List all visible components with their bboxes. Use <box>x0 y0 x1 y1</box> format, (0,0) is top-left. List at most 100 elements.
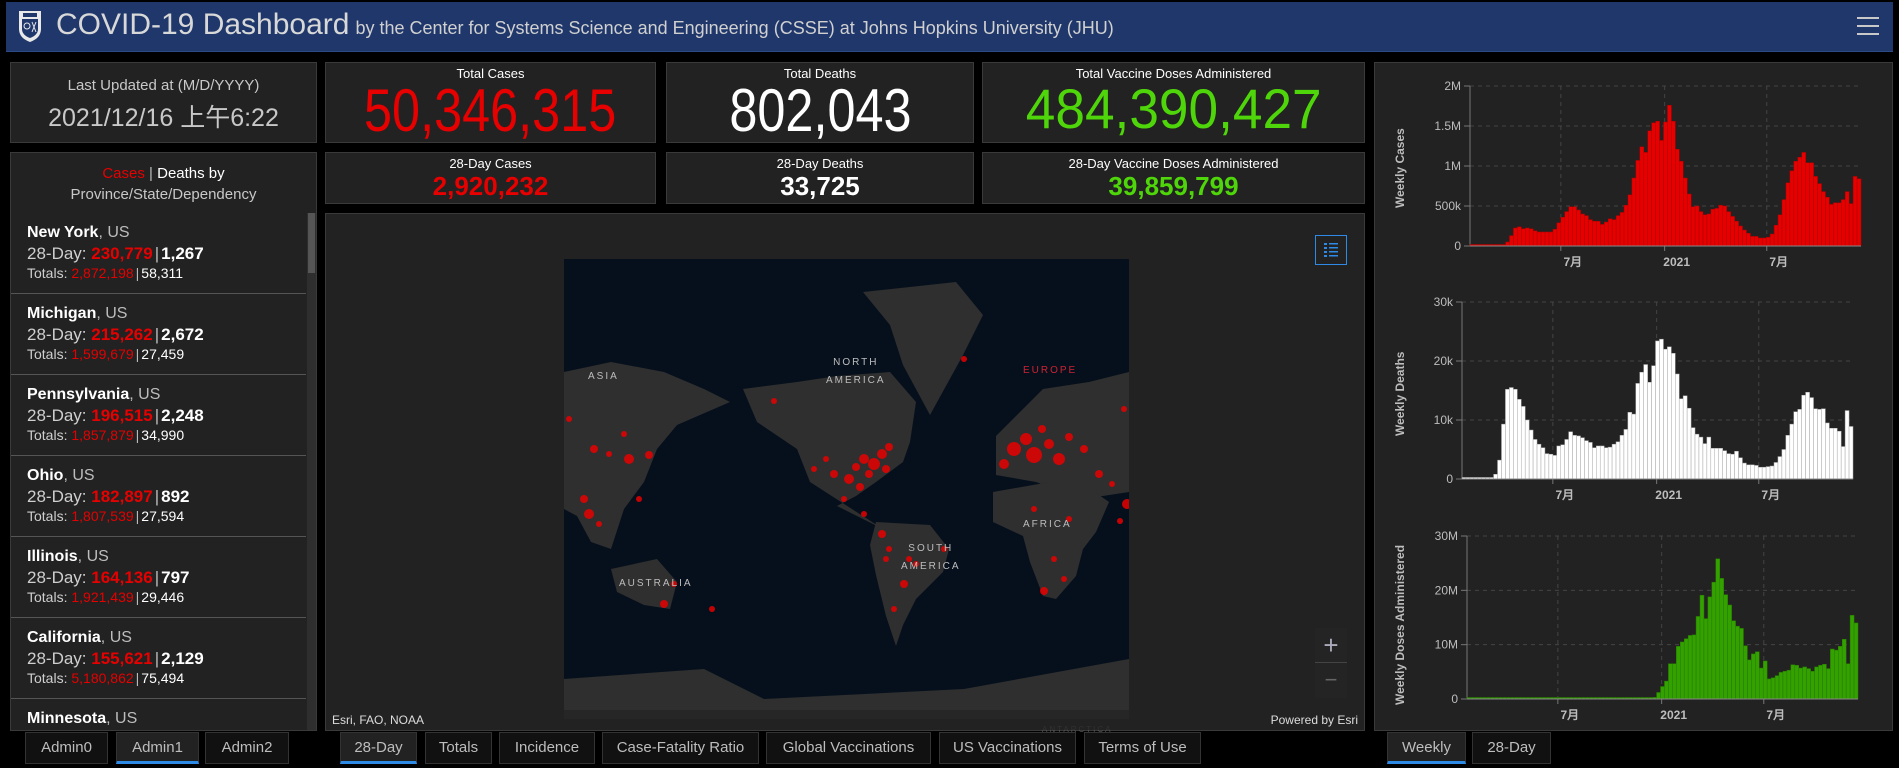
list-scrollbar-thumb[interactable] <box>308 213 315 273</box>
total-deaths-panel: Total Deaths 802,043 <box>666 62 974 143</box>
totals-row: Totals: 1,599,679 | 27,459 <box>27 346 306 362</box>
bar <box>1853 622 1859 700</box>
admin-tab-admin0[interactable]: Admin0 <box>25 732 108 764</box>
map-tab-case-fatality-ratio[interactable]: Case-Fatality Ratio <box>602 732 759 764</box>
country-text: , US <box>106 710 138 727</box>
case-dot[interactable] <box>645 451 653 459</box>
case-dot[interactable] <box>1026 447 1042 463</box>
case-dot[interactable] <box>636 496 642 502</box>
case-dot[interactable] <box>1095 470 1103 478</box>
app-header: COVID-19 Dashboard by the Center for Syst… <box>6 2 1893 52</box>
case-dot[interactable] <box>861 511 867 517</box>
list-scrollbar[interactable] <box>307 213 316 730</box>
case-dot[interactable] <box>1020 433 1032 445</box>
case-dot[interactable] <box>878 530 886 538</box>
map-panel[interactable]: ASIA NORTH AMERICA EUROPE AFRICA SOUTH AME… <box>325 213 1365 734</box>
list-item[interactable]: Ohio, US 28-Day: 182,897 | 892 Totals: 1,807… <box>11 456 306 537</box>
powered-by-esri[interactable]: Powered by Esri <box>1271 713 1358 727</box>
list-item[interactable]: California, US 28-Day: 155,621 | 2,129 Total… <box>11 618 306 699</box>
case-dot[interactable] <box>621 431 627 437</box>
case-dot[interactable] <box>868 458 880 470</box>
case-dot[interactable] <box>1065 433 1073 441</box>
day28-cases: 196,515 <box>91 406 153 425</box>
case-dot[interactable] <box>886 546 892 552</box>
case-dot[interactable] <box>1117 518 1123 524</box>
case-dot[interactable] <box>1051 556 1057 562</box>
case-dot[interactable] <box>877 449 887 459</box>
case-dot[interactable] <box>1007 442 1021 456</box>
legend-list-icon[interactable] <box>1315 235 1347 265</box>
province-name: Ohio, US <box>27 467 306 485</box>
case-dot[interactable] <box>1080 445 1088 453</box>
separator: | <box>135 508 140 524</box>
case-dot[interactable] <box>1053 453 1065 465</box>
list-title-sep: | <box>149 165 153 182</box>
map-tab-us-vaccinations[interactable]: US Vaccinations <box>939 732 1076 764</box>
map-tab-terms-of-use[interactable]: Terms of Use <box>1084 732 1201 764</box>
case-dot[interactable] <box>596 521 602 527</box>
case-dot[interactable] <box>590 445 598 453</box>
day28-cases: 155,621 <box>91 649 153 668</box>
case-dot[interactable] <box>771 398 777 404</box>
case-dot[interactable] <box>961 356 967 362</box>
hamburger-menu-icon[interactable] <box>1857 17 1879 35</box>
zoom-in-button[interactable]: + <box>1315 628 1347 663</box>
world-map[interactable] <box>564 259 1129 719</box>
case-dot[interactable] <box>882 465 890 473</box>
province-name: Illinois, US <box>27 548 306 566</box>
case-dot[interactable] <box>865 470 873 478</box>
case-dot[interactable] <box>660 600 668 608</box>
case-dot[interactable] <box>1044 439 1054 449</box>
separator: | <box>154 568 160 587</box>
case-dot[interactable] <box>580 495 588 503</box>
case-dot[interactable] <box>1038 425 1046 433</box>
province-name-text: Pennsylvania <box>27 386 130 403</box>
list-item[interactable]: Illinois, US 28-Day: 164,136 | 797 Totals: 1… <box>11 537 306 618</box>
chart-tab-28-day[interactable]: 28-Day <box>1472 732 1551 764</box>
total-deaths-value: 802,043 <box>728 77 912 144</box>
case-dot[interactable] <box>1031 506 1037 512</box>
separator: | <box>154 244 160 263</box>
list-item[interactable]: New York, US 28-Day: 230,779 | 1,267 Totals:… <box>11 213 306 294</box>
x-tick-label: 2021 <box>1660 708 1687 722</box>
case-dot[interactable] <box>606 451 612 457</box>
admin-tab-admin2[interactable]: Admin2 <box>205 732 289 764</box>
map-tab-28-day[interactable]: 28-Day <box>340 732 417 764</box>
case-dot[interactable] <box>1121 406 1127 412</box>
list-item[interactable]: Michigan, US 28-Day: 215,262 | 2,672 Totals:… <box>11 294 306 375</box>
bar <box>1687 635 1693 700</box>
map-tab-totals[interactable]: Totals <box>425 732 492 764</box>
case-dot[interactable] <box>1061 576 1067 582</box>
case-dot[interactable] <box>1109 481 1115 487</box>
bar <box>1683 638 1689 700</box>
case-dot[interactable] <box>566 416 572 422</box>
case-dot[interactable] <box>709 606 715 612</box>
case-dot[interactable] <box>885 443 893 451</box>
case-dot[interactable] <box>999 459 1009 469</box>
case-dot[interactable] <box>891 606 897 612</box>
case-dot[interactable] <box>852 463 860 471</box>
case-dot[interactable] <box>841 496 847 502</box>
list-item[interactable]: Minnesota, US <box>11 699 306 730</box>
bar <box>1664 680 1669 700</box>
list-item[interactable]: Pennsylvania, US 28-Day: 196,515 | 2,248 Tot… <box>11 375 306 456</box>
case-dot[interactable] <box>900 580 908 588</box>
zoom-out-button[interactable]: − <box>1315 663 1347 697</box>
case-dot[interactable] <box>584 509 594 519</box>
case-dot[interactable] <box>830 470 838 478</box>
case-dot[interactable] <box>811 466 817 472</box>
map-tab-incidence[interactable]: Incidence <box>499 732 595 764</box>
case-dot[interactable] <box>844 474 854 484</box>
case-dot[interactable] <box>624 454 634 464</box>
case-dot[interactable] <box>856 483 864 491</box>
case-dot[interactable] <box>859 454 869 464</box>
province-name: Minnesota, US <box>27 710 306 728</box>
map-tab-global-vaccinations[interactable]: Global Vaccinations <box>766 732 931 764</box>
bar <box>1699 594 1705 700</box>
case-dot[interactable] <box>1040 587 1048 595</box>
map-label-america: AMERICA <box>826 375 886 386</box>
chart-tab-weekly[interactable]: Weekly <box>1387 732 1466 764</box>
case-dot[interactable] <box>883 556 889 562</box>
admin-tab-admin1[interactable]: Admin1 <box>116 732 199 764</box>
case-dot[interactable] <box>823 456 829 462</box>
